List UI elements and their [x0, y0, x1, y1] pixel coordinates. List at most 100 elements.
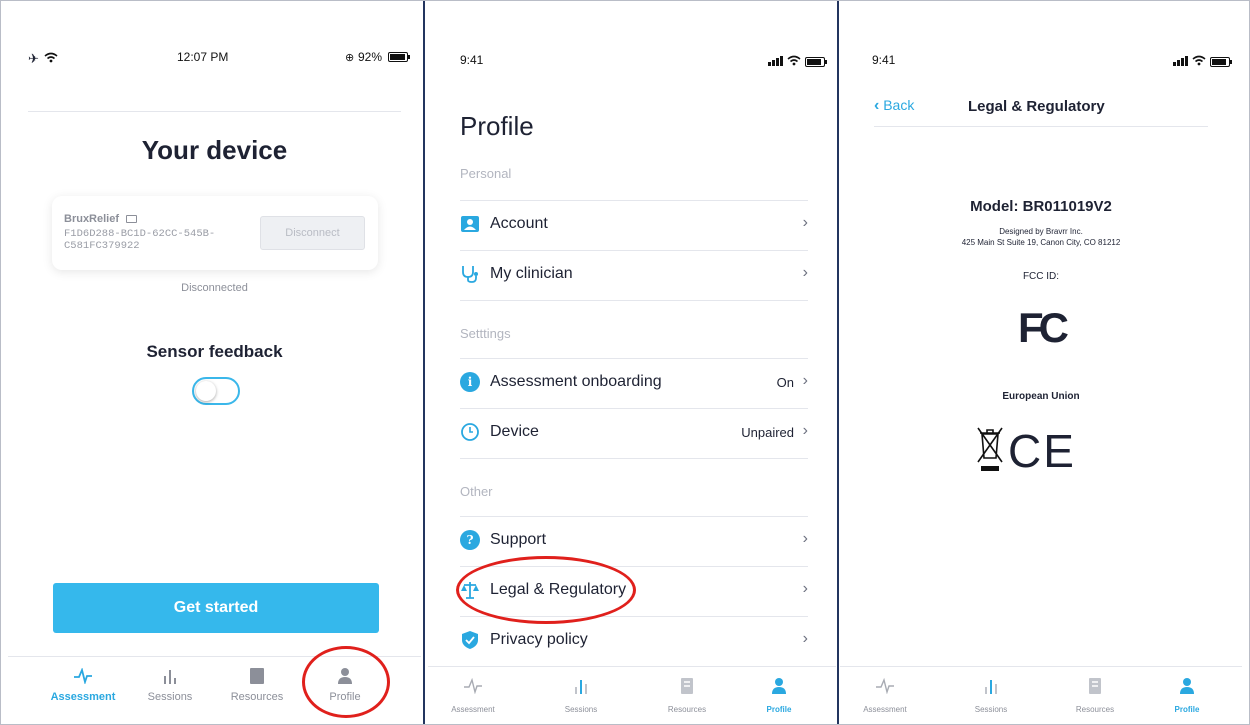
device-screen: ✈ 12:07 PM ⊕ 92% Your device BruxRelief … — [8, 8, 421, 719]
device-battery-icon — [126, 215, 138, 224]
status-time: 12:07 PM — [177, 50, 229, 64]
page-title: Your device — [141, 135, 288, 165]
company-address: 425 Main St Suite 19, Canon City, CO 812… — [961, 238, 1121, 247]
tab-assessment[interactable]: Assessment — [840, 667, 930, 719]
profile-item-my-clinician[interactable]: My clinician › — [460, 250, 808, 300]
tab-sessions[interactable]: Sessions — [946, 667, 1036, 719]
book-icon — [250, 668, 264, 684]
bar-chart-icon — [985, 680, 997, 694]
chevron-right-icon: › — [802, 264, 808, 281]
profile-item-account[interactable]: Account › — [460, 200, 808, 250]
chevron-right-icon: › — [802, 214, 808, 231]
device-icon — [460, 422, 480, 442]
item-label: Device — [490, 423, 539, 440]
tab-label: Sessions — [147, 691, 193, 703]
chevron-right-icon: › — [802, 422, 808, 439]
tab-label: Sessions — [564, 705, 598, 714]
tab-resources[interactable]: Resources — [212, 657, 302, 719]
battery-percent: 92% — [358, 50, 383, 64]
info-icon: i — [460, 372, 480, 392]
airplane-icon: ✈ — [28, 51, 39, 66]
tab-bar: Assessment Sessions Resources Profile — [428, 666, 836, 719]
profile-screen: 9:41 Profile Personal Account › My clini… — [428, 8, 836, 719]
eu-label: European Union — [1002, 391, 1080, 402]
bar-chart-icon — [575, 680, 587, 694]
battery-icon — [1210, 57, 1232, 67]
person-icon — [1180, 678, 1194, 694]
tab-profile[interactable]: Profile — [734, 667, 824, 719]
tab-label: Assessment — [50, 691, 116, 703]
tab-label: Resources — [230, 691, 284, 703]
shield-icon — [460, 630, 480, 650]
chevron-left-icon: ‹ — [874, 97, 880, 114]
chevron-right-icon: › — [802, 630, 808, 647]
panel-divider — [837, 0, 839, 725]
book-icon — [681, 678, 693, 694]
profile-item-privacy-policy[interactable]: Privacy policy › — [460, 616, 808, 666]
wifi-icon — [44, 52, 58, 63]
profile-item-assessment-onboarding[interactable]: i Assessment onboarding On › — [460, 358, 808, 408]
pulse-icon — [876, 678, 894, 694]
help-icon: ? — [460, 530, 480, 550]
annotation-circle — [456, 556, 636, 624]
device-id: F1D6D288-BC1D-62CC-545B-C581FC379922 — [64, 228, 216, 252]
disconnect-button[interactable]: Disconnect — [260, 216, 365, 250]
panel-divider — [423, 0, 425, 725]
signal-icon — [768, 56, 783, 66]
header-divider — [28, 111, 401, 112]
tab-label: Profile — [766, 705, 792, 714]
get-started-button[interactable]: Get started — [53, 583, 379, 633]
tab-label: Sessions — [974, 705, 1008, 714]
status-time: 9:41 — [460, 53, 484, 67]
tab-bar: Assessment Sessions Resources Profile — [840, 666, 1242, 719]
fcc-id-label: FCC ID: — [1022, 271, 1060, 282]
battery-icon — [805, 57, 827, 67]
tab-sessions[interactable]: Sessions — [536, 667, 626, 719]
person-icon — [772, 678, 786, 694]
item-label: Account — [490, 215, 548, 232]
status-time: 9:41 — [872, 53, 896, 67]
tab-label: Assessment — [863, 705, 907, 714]
device-name: BruxRelief — [64, 213, 120, 225]
device-card: BruxRelief F1D6D288-BC1D-62CC-545B-C581F… — [52, 196, 378, 270]
tab-profile[interactable]: Profile — [1142, 667, 1232, 719]
back-label: Back — [883, 97, 915, 113]
profile-item-device[interactable]: Device Unpaired › — [460, 408, 808, 458]
chevron-right-icon: › — [802, 372, 808, 389]
tab-assessment[interactable]: Assessment — [428, 667, 518, 719]
tab-assessment[interactable]: Assessment — [38, 657, 128, 719]
bar-chart-icon — [164, 670, 176, 684]
book-icon — [1089, 678, 1101, 694]
account-icon — [460, 214, 480, 234]
wifi-icon — [1192, 55, 1206, 66]
item-label: Assessment onboarding — [490, 373, 662, 390]
legal-regulatory-screen: 9:41 ‹ Back Legal & Regulatory Model: BR… — [840, 8, 1242, 719]
item-label: Privacy policy — [490, 631, 588, 648]
pulse-icon — [74, 668, 92, 684]
battery-icon — [388, 52, 410, 62]
fcc-logo: FC — [1018, 304, 1069, 351]
tab-label: Profile — [1174, 705, 1200, 714]
item-value: Unpaired — [741, 425, 794, 440]
section-header: Personal — [460, 166, 512, 181]
back-button[interactable]: ‹ Back — [874, 97, 914, 115]
chevron-right-icon: › — [802, 530, 808, 547]
item-value: On — [776, 375, 794, 390]
model-number: Model: BR011019V2 — [970, 198, 1112, 215]
signal-icon — [1173, 56, 1188, 66]
tab-label: Resources — [1075, 705, 1115, 714]
pulse-icon — [464, 678, 482, 694]
stethoscope-icon — [460, 264, 480, 284]
annotation-circle — [302, 646, 390, 718]
sensor-title: Sensor feedback — [146, 342, 283, 361]
header-divider — [874, 126, 1208, 127]
tab-label: Resources — [667, 705, 707, 714]
tab-resources[interactable]: Resources — [1050, 667, 1140, 719]
section-header: Setttings — [460, 326, 511, 341]
item-label: My clinician — [490, 265, 573, 282]
weee-bin-icon — [977, 427, 1003, 471]
tab-resources[interactable]: Resources — [642, 667, 732, 719]
tab-sessions[interactable]: Sessions — [125, 657, 215, 719]
sensor-feedback-toggle[interactable] — [192, 377, 240, 405]
tab-label: Assessment — [451, 705, 495, 714]
